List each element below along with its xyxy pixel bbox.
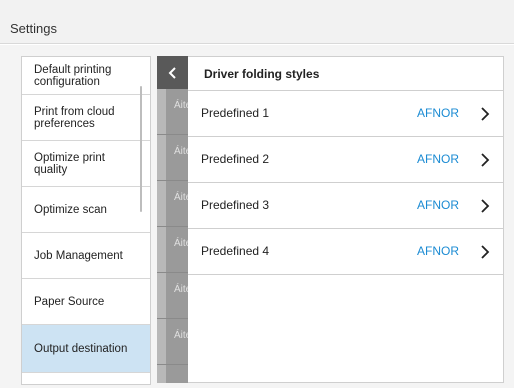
back-button[interactable] bbox=[157, 56, 188, 89]
underlying-row: Áite bbox=[157, 135, 188, 181]
menu-item-optimize-scan[interactable]: Optimize scan bbox=[22, 187, 150, 233]
chevron-right-icon bbox=[481, 245, 490, 259]
underlying-row: Áite bbox=[157, 89, 188, 135]
menu-item-output-destination[interactable]: Output destination bbox=[22, 325, 150, 373]
menu-item-optimize-print-quality[interactable]: Optimize print quality bbox=[22, 141, 150, 187]
menu-item-job-management[interactable]: Job Management bbox=[22, 233, 150, 279]
underlying-row-text: Áite bbox=[174, 192, 188, 203]
option-value: AFNOR bbox=[417, 198, 459, 212]
chevron-right-icon bbox=[481, 199, 490, 213]
menu-item-label: Paper Source bbox=[34, 295, 105, 308]
option-label: Predefined 4 bbox=[201, 244, 270, 258]
underlying-row: Áite bbox=[157, 319, 188, 365]
folding-styles-panel: Driver folding styles Predefined 1 AFNOR… bbox=[188, 56, 504, 383]
settings-menu: Default printing configuration Print fro… bbox=[21, 56, 151, 385]
menu-item-label: Default printing configuration bbox=[34, 63, 112, 88]
menu-item-label: Output destination bbox=[34, 342, 128, 355]
panel-title: Driver folding styles bbox=[204, 67, 320, 81]
chevron-left-icon bbox=[168, 66, 176, 79]
menu-item-label: Print from cloud preferences bbox=[34, 105, 115, 130]
option-label: Predefined 1 bbox=[201, 106, 270, 120]
underlying-row: Áite bbox=[157, 227, 188, 273]
option-value: AFNOR bbox=[417, 152, 459, 166]
underlying-list-column: Áite Áite Áite Áite Áite Áite bbox=[157, 56, 188, 383]
underlying-row: Áite bbox=[157, 181, 188, 227]
option-row-predefined-1[interactable]: Predefined 1 AFNOR bbox=[188, 91, 503, 137]
app-header: Settings bbox=[0, 0, 514, 44]
option-label: Predefined 3 bbox=[201, 198, 270, 212]
menu-item-label: Job Management bbox=[34, 249, 123, 262]
menu-item-print-from-cloud-preferences[interactable]: Print from cloud preferences bbox=[22, 95, 150, 141]
option-value: AFNOR bbox=[417, 106, 459, 120]
underlying-row-text: Áite bbox=[174, 284, 188, 295]
menu-item-paper-source[interactable]: Paper Source bbox=[22, 279, 150, 325]
menu-item-default-printing-configuration[interactable]: Default printing configuration bbox=[22, 57, 150, 95]
underlying-row-text: Áite bbox=[174, 330, 188, 341]
option-row-predefined-4[interactable]: Predefined 4 AFNOR bbox=[188, 229, 503, 275]
underlying-row-text: Áite bbox=[174, 238, 188, 249]
underlying-row: Áite bbox=[157, 273, 188, 319]
chevron-right-icon bbox=[481, 153, 490, 167]
underlying-row-text: Áite bbox=[174, 100, 188, 111]
underlying-row-text: Áite bbox=[174, 146, 188, 157]
menu-scrollbar[interactable] bbox=[140, 86, 142, 212]
menu-item-label: Optimize scan bbox=[34, 203, 107, 216]
menu-item-label: Optimize print quality bbox=[34, 151, 105, 176]
option-row-predefined-3[interactable]: Predefined 3 AFNOR bbox=[188, 183, 503, 229]
option-value: AFNOR bbox=[417, 244, 459, 258]
chevron-right-icon bbox=[481, 107, 490, 121]
option-row-predefined-2[interactable]: Predefined 2 AFNOR bbox=[188, 137, 503, 183]
page-title: Settings bbox=[10, 21, 57, 36]
option-label: Predefined 2 bbox=[201, 152, 270, 166]
